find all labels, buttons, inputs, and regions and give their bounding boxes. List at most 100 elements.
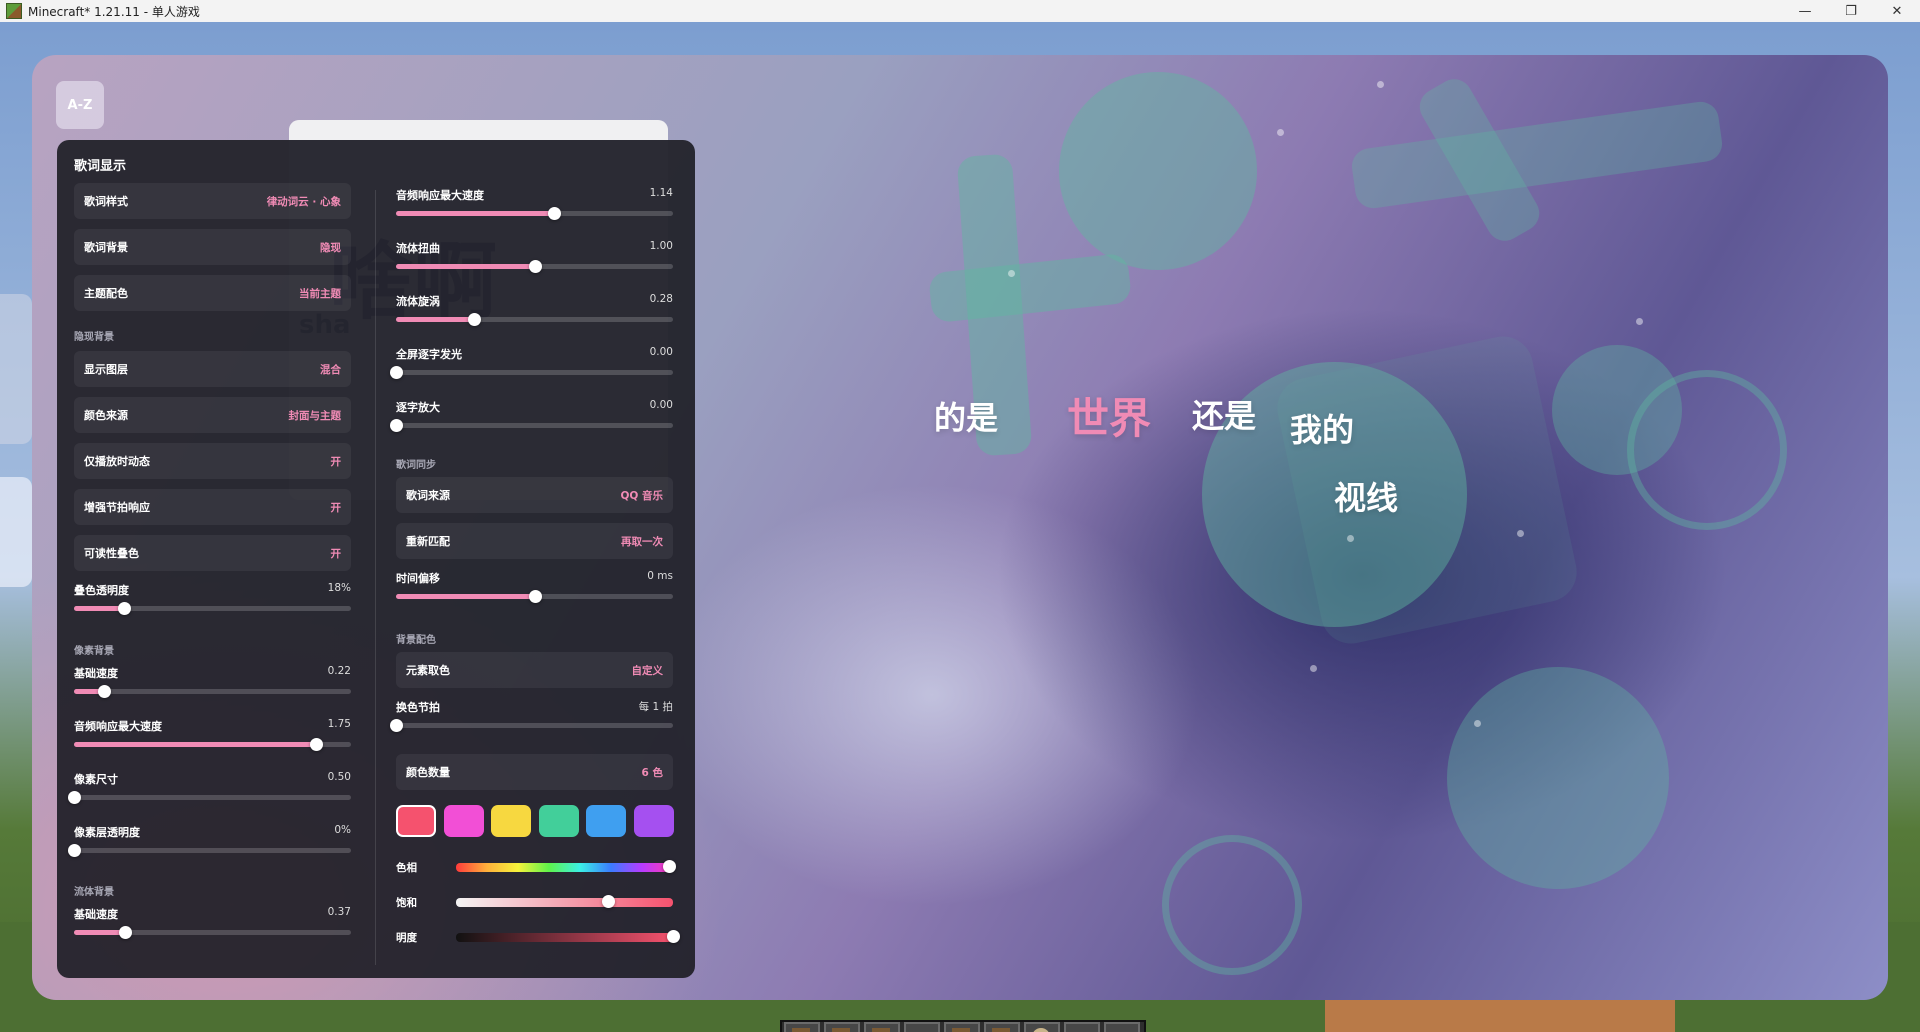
row-value: 当前主题 — [299, 287, 341, 300]
slider-track[interactable] — [390, 419, 673, 432]
slider-value: 1.14 — [649, 187, 673, 199]
row-value: QQ 音乐 — [620, 489, 663, 502]
brightness-slider[interactable]: 明度 — [396, 928, 680, 948]
color-beat-slider[interactable]: 换色节拍 每 1 拍 — [390, 699, 673, 732]
slider-knob[interactable] — [662, 860, 676, 873]
slider-knob[interactable] — [667, 930, 680, 943]
deco-dot — [1347, 535, 1354, 542]
color-swatch[interactable] — [396, 805, 436, 837]
slider-knob[interactable] — [528, 590, 542, 603]
color-swatch[interactable] — [538, 805, 579, 837]
hotbar-slot[interactable]: 64 — [984, 1022, 1020, 1032]
saturation-track[interactable] — [456, 895, 673, 908]
overlay-opacity-slider[interactable]: 叠色透明度 18% — [74, 582, 351, 615]
fluid-base-speed-slider[interactable]: 基础速度 0.37 — [74, 906, 351, 939]
slider-track[interactable] — [396, 260, 673, 273]
color-swatch[interactable] — [443, 805, 484, 837]
row-value: 开 — [330, 455, 342, 468]
fluid-swirl-slider[interactable]: 流体旋涡 0.28 — [396, 293, 673, 326]
color-swatch[interactable] — [491, 805, 531, 837]
hotbar-slot[interactable]: 62 — [824, 1022, 860, 1032]
beat-response-toggle[interactable]: 增强节拍响应 开 — [74, 489, 351, 525]
lyric-word: 还是 — [1192, 397, 1257, 435]
slider-label: 流体旋涡 — [396, 295, 440, 308]
hotbar: 64 62 64 64 64 2 — [780, 1020, 1146, 1032]
display-layer-row[interactable]: 显示图层 混合 — [74, 351, 351, 387]
slider-track[interactable] — [68, 844, 351, 857]
hotbar-slot[interactable]: 64 — [864, 1022, 900, 1032]
hue-track[interactable] — [456, 860, 676, 873]
hotbar-slot[interactable]: 2 — [1024, 1022, 1060, 1032]
char-zoom-slider[interactable]: 逐字放大 0.00 — [390, 399, 673, 432]
close-button[interactable]: ✕ — [1874, 0, 1920, 22]
minimize-button[interactable]: — — [1782, 0, 1828, 22]
slider-value: 0.37 — [327, 906, 351, 918]
lyrics-settings-panel: 歌词显示 歌词样式 律动词云 · 心象 歌词背景 隐现 主题配色 当前主题 隐现… — [57, 140, 695, 978]
lyric-bg-row[interactable]: 歌词背景 隐现 — [74, 229, 351, 265]
dynamic-on-play-toggle[interactable]: 仅播放时动态 开 — [74, 443, 351, 479]
az-button[interactable]: A-Z — [56, 81, 104, 129]
lyric-source-row[interactable]: 歌词来源 QQ 音乐 — [396, 477, 673, 513]
brightness-track[interactable] — [456, 930, 680, 943]
slider-value: 18% — [327, 582, 351, 594]
slider-track[interactable] — [74, 602, 351, 615]
slider-knob[interactable] — [547, 207, 561, 220]
slider-track[interactable] — [74, 685, 351, 698]
slider-track[interactable] — [74, 738, 351, 751]
slider-track[interactable] — [68, 791, 351, 804]
color-count-row[interactable]: 颜色数量 6 色 — [396, 754, 673, 790]
slider-knob[interactable] — [98, 685, 112, 698]
slider-knob[interactable] — [601, 895, 615, 908]
color-swatch[interactable] — [633, 805, 674, 837]
slider-knob[interactable] — [467, 313, 481, 326]
hue-slider[interactable]: 色相 — [396, 858, 676, 878]
slider-knob[interactable] — [390, 419, 403, 432]
slider-track[interactable] — [390, 366, 673, 379]
element-color-row[interactable]: 元素取色 自定义 — [396, 652, 673, 688]
row-label: 元素取色 — [406, 664, 450, 677]
pixel-base-speed-slider[interactable]: 基础速度 0.22 — [74, 665, 351, 698]
slider-value: 0 ms — [647, 570, 673, 582]
saturation-slider[interactable]: 饱和 — [396, 893, 673, 913]
time-offset-slider[interactable]: 时间偏移 0 ms — [396, 570, 673, 603]
hotbar-slot[interactable] — [1064, 1022, 1100, 1032]
pixel-layer-opacity-slider[interactable]: 像素层透明度 0% — [68, 824, 351, 857]
hotbar-slot[interactable] — [1104, 1022, 1140, 1032]
slider-track[interactable] — [74, 926, 351, 939]
restore-button[interactable]: ❐ — [1828, 0, 1874, 22]
slider-knob[interactable] — [68, 844, 81, 857]
slider-track[interactable] — [396, 313, 673, 326]
hotbar-slot[interactable] — [904, 1022, 940, 1032]
color-source-row[interactable]: 颜色来源 封面与主题 — [74, 397, 351, 433]
row-label: 增强节拍响应 — [84, 501, 150, 514]
readability-overlay-toggle[interactable]: 可读性叠色 开 — [74, 535, 351, 571]
slider-fill — [74, 742, 317, 747]
slider-knob[interactable] — [390, 719, 403, 732]
side-widget-bottom — [0, 477, 32, 587]
slider-knob[interactable] — [528, 260, 542, 273]
color-swatch[interactable] — [586, 805, 626, 837]
row-label: 可读性叠色 — [84, 547, 139, 560]
pixel-audio-max-slider[interactable]: 音频响应最大速度 1.75 — [74, 718, 351, 751]
slider-knob[interactable] — [310, 738, 324, 751]
slider-knob[interactable] — [117, 602, 131, 615]
hotbar-slot[interactable]: 64 — [784, 1022, 820, 1032]
row-value: 混合 — [320, 363, 341, 376]
audio-max-speed-slider[interactable]: 音频响应最大速度 1.14 — [396, 187, 673, 220]
row-label: 显示图层 — [84, 363, 128, 376]
fullscreen-glow-slider[interactable]: 全屏逐字发光 0.00 — [390, 346, 673, 379]
theme-color-row[interactable]: 主题配色 当前主题 — [74, 275, 351, 311]
slider-knob[interactable] — [68, 791, 81, 804]
pixel-size-slider[interactable]: 像素尺寸 0.50 — [68, 771, 351, 804]
slider-knob[interactable] — [119, 926, 133, 939]
slider-track[interactable] — [396, 590, 673, 603]
rematch-button[interactable]: 重新匹配 再取一次 — [396, 523, 673, 559]
slider-label: 色相 — [396, 862, 417, 874]
fluid-distort-slider[interactable]: 流体扭曲 1.00 — [396, 240, 673, 273]
hotbar-slot[interactable]: 64 — [944, 1022, 980, 1032]
deco-dot — [1474, 720, 1481, 727]
slider-track[interactable] — [396, 207, 673, 220]
lyric-style-row[interactable]: 歌词样式 律动词云 · 心象 — [74, 183, 351, 219]
slider-knob[interactable] — [390, 366, 403, 379]
slider-track[interactable] — [390, 719, 673, 732]
